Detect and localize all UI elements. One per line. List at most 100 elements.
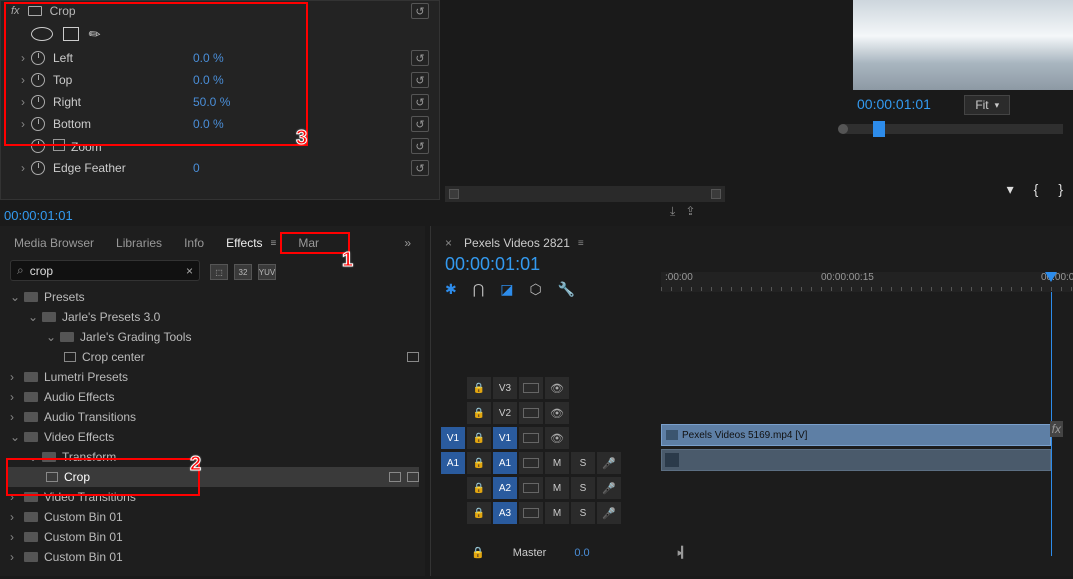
marker-tool-icon[interactable]: ⬡ xyxy=(529,281,541,298)
lock-icon[interactable] xyxy=(467,377,491,399)
linked-sel-icon[interactable]: ◪ xyxy=(500,281,513,298)
rect-mask-icon[interactable] xyxy=(63,27,79,41)
track-a2[interactable]: A2 M S xyxy=(441,476,651,500)
export-frame-icon[interactable]: ⇪ xyxy=(685,204,695,219)
mute-button[interactable]: M xyxy=(545,502,569,524)
stopwatch-icon[interactable] xyxy=(31,117,45,131)
mic-icon[interactable] xyxy=(597,477,621,499)
chevron-right-icon[interactable] xyxy=(21,73,31,87)
scrub-start-handle[interactable] xyxy=(838,124,848,134)
in-bracket-icon[interactable]: { xyxy=(1034,181,1039,198)
in-handle-icon[interactable] xyxy=(449,189,459,199)
tree-bin2[interactable]: Custom Bin 01 xyxy=(6,527,419,547)
param-value-bottom[interactable]: 0.0 % xyxy=(193,117,224,131)
track-label[interactable]: A1 xyxy=(493,452,517,474)
32bit-filter-icon[interactable]: 32 xyxy=(234,264,252,280)
chevron-down-icon[interactable] xyxy=(46,330,54,344)
tab-info[interactable]: Info xyxy=(184,236,204,250)
tab-markers[interactable]: Mar xyxy=(298,236,319,250)
playhead-icon[interactable] xyxy=(873,121,885,137)
out-bracket-icon[interactable]: } xyxy=(1058,181,1063,198)
reset-effect-button[interactable]: ↺ xyxy=(411,3,429,19)
insert-icon[interactable]: ⤓ xyxy=(670,204,675,219)
tab-media-browser[interactable]: Media Browser xyxy=(14,236,94,250)
chevron-right-icon[interactable] xyxy=(10,390,18,404)
go-to-end-icon[interactable]: ▸▎ xyxy=(678,546,688,559)
chevron-right-icon[interactable] xyxy=(21,117,31,131)
solo-button[interactable]: S xyxy=(571,452,595,474)
tree-lumetri[interactable]: Lumetri Presets xyxy=(6,367,419,387)
track-label[interactable]: V2 xyxy=(493,402,517,424)
marker-icon[interactable]: ▾ xyxy=(1007,181,1014,198)
track-label[interactable]: A3 xyxy=(493,502,517,524)
crop-icon[interactable] xyxy=(28,6,42,16)
tree-presets[interactable]: Presets xyxy=(6,287,419,307)
output-icon[interactable] xyxy=(519,502,543,524)
chevron-right-icon[interactable] xyxy=(10,490,18,504)
lock-icon[interactable] xyxy=(467,502,491,524)
reset-top-button[interactable]: ↺ xyxy=(411,72,429,88)
tree-audio-fx[interactable]: Audio Effects xyxy=(6,387,419,407)
reset-bottom-button[interactable]: ↺ xyxy=(411,116,429,132)
output-icon[interactable] xyxy=(519,402,543,424)
panel-menu-icon[interactable]: ≡ xyxy=(578,238,584,249)
time-ruler[interactable]: :00:00 00:00:00:15 00:00:01:00 xyxy=(661,272,1073,292)
clear-search-icon[interactable]: × xyxy=(186,264,193,278)
overflow-chevron-icon[interactable]: » xyxy=(404,236,411,250)
reset-right-button[interactable]: ↺ xyxy=(411,94,429,110)
stopwatch-icon[interactable] xyxy=(31,73,45,87)
stopwatch-icon[interactable] xyxy=(31,161,45,175)
panel-menu-icon[interactable]: ≡ xyxy=(271,238,277,249)
lock-icon[interactable] xyxy=(467,477,491,499)
track-target-a1[interactable]: A1 xyxy=(441,452,465,474)
mic-icon[interactable] xyxy=(597,502,621,524)
chevron-right-icon[interactable] xyxy=(21,161,31,175)
track-label[interactable]: V3 xyxy=(493,377,517,399)
sequence-title[interactable]: Pexels Videos 2821 xyxy=(464,236,570,250)
eye-icon[interactable] xyxy=(545,427,569,449)
solo-button[interactable]: S xyxy=(571,502,595,524)
track-v3[interactable]: V3 xyxy=(441,376,651,400)
param-value-edge[interactable]: 0 xyxy=(193,161,200,175)
chevron-right-icon[interactable] xyxy=(21,51,31,65)
source-timecode[interactable]: 00:00:01:01 xyxy=(0,206,77,225)
track-target-v1[interactable]: V1 xyxy=(441,427,465,449)
zoom-checkbox[interactable] xyxy=(53,139,65,151)
chevron-down-icon[interactable] xyxy=(28,450,36,464)
magnet-icon[interactable]: ⋂ xyxy=(473,281,484,298)
tab-libraries[interactable]: Libraries xyxy=(116,236,162,250)
solo-button[interactable]: S xyxy=(571,477,595,499)
chevron-right-icon[interactable] xyxy=(10,370,18,384)
chevron-right-icon[interactable] xyxy=(10,410,18,424)
program-scrub-bar[interactable] xyxy=(843,124,1063,134)
playhead-icon[interactable] xyxy=(1045,272,1057,282)
chevron-right-icon[interactable] xyxy=(10,530,18,544)
reset-edge-button[interactable]: ↺ xyxy=(411,160,429,176)
audio-clip[interactable] xyxy=(661,449,1051,471)
eye-icon[interactable] xyxy=(545,402,569,424)
stopwatch-icon[interactable] xyxy=(31,139,45,153)
lock-icon[interactable] xyxy=(467,427,491,449)
master-value[interactable]: 0.0 xyxy=(574,547,589,559)
track-v1[interactable]: V1 V1 xyxy=(441,426,651,450)
effects-search-input[interactable] xyxy=(30,264,160,278)
fx-badge-icon[interactable]: fx xyxy=(1050,421,1063,437)
output-icon[interactable] xyxy=(519,477,543,499)
reset-zoom-button[interactable]: ↺ xyxy=(411,138,429,154)
param-value-top[interactable]: 0.0 % xyxy=(193,73,224,87)
chevron-down-icon[interactable] xyxy=(10,430,18,444)
output-icon[interactable] xyxy=(519,377,543,399)
chevron-right-icon[interactable] xyxy=(10,550,18,564)
close-sequence-icon[interactable]: × xyxy=(445,236,452,250)
tree-jarle[interactable]: Jarle's Presets 3.0 xyxy=(6,307,419,327)
output-icon[interactable] xyxy=(519,427,543,449)
lock-icon[interactable] xyxy=(467,402,491,424)
accel-filter-icon[interactable]: ⬚ xyxy=(210,264,228,280)
chevron-right-icon[interactable] xyxy=(21,95,31,109)
lock-icon[interactable] xyxy=(467,452,491,474)
output-icon[interactable] xyxy=(519,452,543,474)
track-v2[interactable]: V2 xyxy=(441,401,651,425)
tree-video-tr[interactable]: Video Transitions xyxy=(6,487,419,507)
tree-crop[interactable]: Crop xyxy=(6,467,419,487)
tree-transform[interactable]: Transform xyxy=(6,447,419,467)
